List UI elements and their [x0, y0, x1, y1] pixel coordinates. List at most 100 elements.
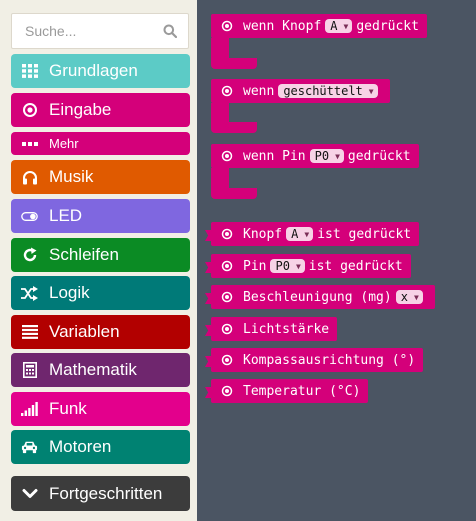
- search-icon[interactable]: [163, 24, 177, 38]
- button-dropdown[interactable]: A ▼: [286, 227, 314, 241]
- radio-target-icon: [221, 291, 233, 303]
- button-dropdown[interactable]: A ▼: [325, 19, 353, 33]
- category-eingabe[interactable]: Eingabe: [11, 93, 190, 127]
- radio-target-icon: [221, 385, 233, 397]
- block-text: Pin: [243, 258, 267, 274]
- block-text: gedrückt: [347, 148, 411, 164]
- dropdown-arrow-icon: ▼: [343, 21, 349, 31]
- reporter-temperature[interactable]: Temperatur (°C): [205, 379, 369, 403]
- axis-dropdown[interactable]: x ▼: [395, 290, 423, 304]
- event-block-bottom: [211, 122, 257, 133]
- category-label: Grundlagen: [49, 61, 138, 80]
- reporter-light-level[interactable]: Lichtstärke: [205, 317, 338, 341]
- radio-target-icon: [221, 354, 233, 366]
- radio-target-icon: [221, 228, 233, 240]
- category-funk[interactable]: Funk: [11, 392, 190, 426]
- search-box[interactable]: [11, 13, 189, 49]
- category-label: LED: [49, 206, 83, 225]
- event-block-mouth: [211, 168, 229, 188]
- block-text: wenn: [243, 83, 275, 99]
- refresh-icon: [21, 247, 38, 264]
- list-icon: [21, 324, 38, 341]
- signal-bars-icon: [21, 401, 38, 418]
- radio-target-icon: [221, 323, 233, 335]
- block-text: Lichtstärke: [243, 321, 330, 337]
- category-label: Motoren: [49, 437, 112, 456]
- category-label: Eingabe: [49, 100, 112, 119]
- category-grundlagen[interactable]: Grundlagen: [11, 54, 190, 88]
- category-label: Musik: [49, 167, 94, 186]
- block-workspace[interactable]: wenn Knopf A ▼ gedrückt wenn geschüttelt ▼…: [197, 0, 476, 521]
- output-connector: [205, 356, 212, 367]
- toolbox-sidebar: Grundlagen Eingabe Mehr Musik LED Schlei…: [0, 0, 197, 521]
- category-label: Mehr: [49, 136, 79, 151]
- event-block-header[interactable]: wenn Knopf A ▼ gedrückt: [211, 14, 427, 38]
- category-label: Funk: [49, 399, 87, 418]
- block-text: Knopf: [243, 226, 283, 242]
- dropdown-arrow-icon: ▼: [368, 86, 374, 96]
- dropdown-value: A: [330, 19, 338, 33]
- block-text: wenn Pin: [243, 148, 306, 164]
- output-connector: [205, 325, 212, 336]
- dropdown-value: x: [400, 290, 408, 304]
- category-variablen[interactable]: Variablen: [11, 315, 190, 349]
- block-text: Kompassausrichtung (°): [243, 352, 416, 368]
- block-text: Beschleunigung (mg): [243, 289, 392, 305]
- block-text: ist gedrückt: [308, 258, 403, 274]
- dropdown-value: P0: [314, 149, 330, 163]
- category-motoren[interactable]: Motoren: [11, 430, 190, 464]
- block-text: gedrückt: [356, 18, 419, 34]
- reporter-pin-pressed[interactable]: Pin P0 ▼ ist gedrückt: [205, 254, 411, 278]
- category-fortgeschritten[interactable]: Fortgeschritten: [11, 476, 190, 511]
- radio-target-icon: [21, 102, 38, 119]
- category-mehr[interactable]: Mehr: [11, 132, 190, 155]
- dropdown-arrow-icon: ▼: [335, 151, 340, 161]
- search-input[interactable]: [12, 14, 188, 48]
- category-label: Variablen: [49, 322, 120, 341]
- output-connector: [205, 230, 212, 241]
- dropdown-value: P0: [275, 259, 290, 273]
- category-label: Logik: [49, 283, 90, 302]
- dropdown-arrow-icon: ▼: [295, 261, 301, 271]
- category-label: Fortgeschritten: [49, 483, 163, 503]
- shuffle-icon: [21, 285, 38, 302]
- radio-target-icon: [221, 85, 233, 97]
- category-label: Mathematik: [49, 360, 137, 379]
- category-logik[interactable]: Logik: [11, 276, 190, 310]
- block-text: wenn Knopf: [243, 18, 322, 34]
- car-icon: [21, 439, 38, 456]
- category-musik[interactable]: Musik: [11, 160, 190, 194]
- chevron-down-icon: [21, 485, 38, 502]
- reporter-button-pressed[interactable]: Knopf A ▼ ist gedrückt: [205, 222, 420, 246]
- dropdown-value: geschüttelt: [283, 84, 363, 98]
- event-block-header[interactable]: wenn Pin P0 ▼ gedrückt: [211, 144, 419, 168]
- event-block-mouth: [211, 103, 229, 122]
- category-label: Schleifen: [49, 245, 119, 264]
- toggle-icon: [21, 208, 38, 225]
- reporter-acceleration[interactable]: Beschleunigung (mg) x ▼: [205, 285, 435, 309]
- event-block-header[interactable]: wenn geschüttelt ▼: [211, 79, 390, 103]
- output-connector: [205, 387, 212, 398]
- gesture-dropdown[interactable]: geschüttelt ▼: [278, 84, 378, 98]
- dropdown-arrow-icon: ▼: [304, 229, 310, 239]
- output-connector: [205, 293, 212, 304]
- headphones-icon: [21, 169, 38, 186]
- calculator-icon: [21, 362, 38, 379]
- dropdown-value: A: [291, 227, 299, 241]
- reporter-compass-heading[interactable]: Kompassausrichtung (°): [205, 348, 424, 372]
- category-schleifen[interactable]: Schleifen: [11, 238, 190, 272]
- event-block-bottom: [211, 188, 257, 199]
- pin-dropdown[interactable]: P0 ▼: [270, 259, 305, 273]
- block-text: Temperatur (°C): [243, 383, 361, 399]
- grid-icon: [21, 63, 38, 80]
- event-block-mouth: [211, 38, 229, 58]
- dropdown-arrow-icon: ▼: [413, 292, 419, 302]
- event-block-bottom: [211, 58, 257, 69]
- radio-target-icon: [221, 260, 233, 272]
- category-mathematik[interactable]: Mathematik: [11, 353, 190, 387]
- pin-dropdown[interactable]: P0 ▼: [309, 149, 344, 163]
- radio-target-icon: [221, 150, 233, 162]
- category-led[interactable]: LED: [11, 199, 190, 233]
- more-dots-icon: [21, 135, 38, 152]
- output-connector: [205, 262, 212, 273]
